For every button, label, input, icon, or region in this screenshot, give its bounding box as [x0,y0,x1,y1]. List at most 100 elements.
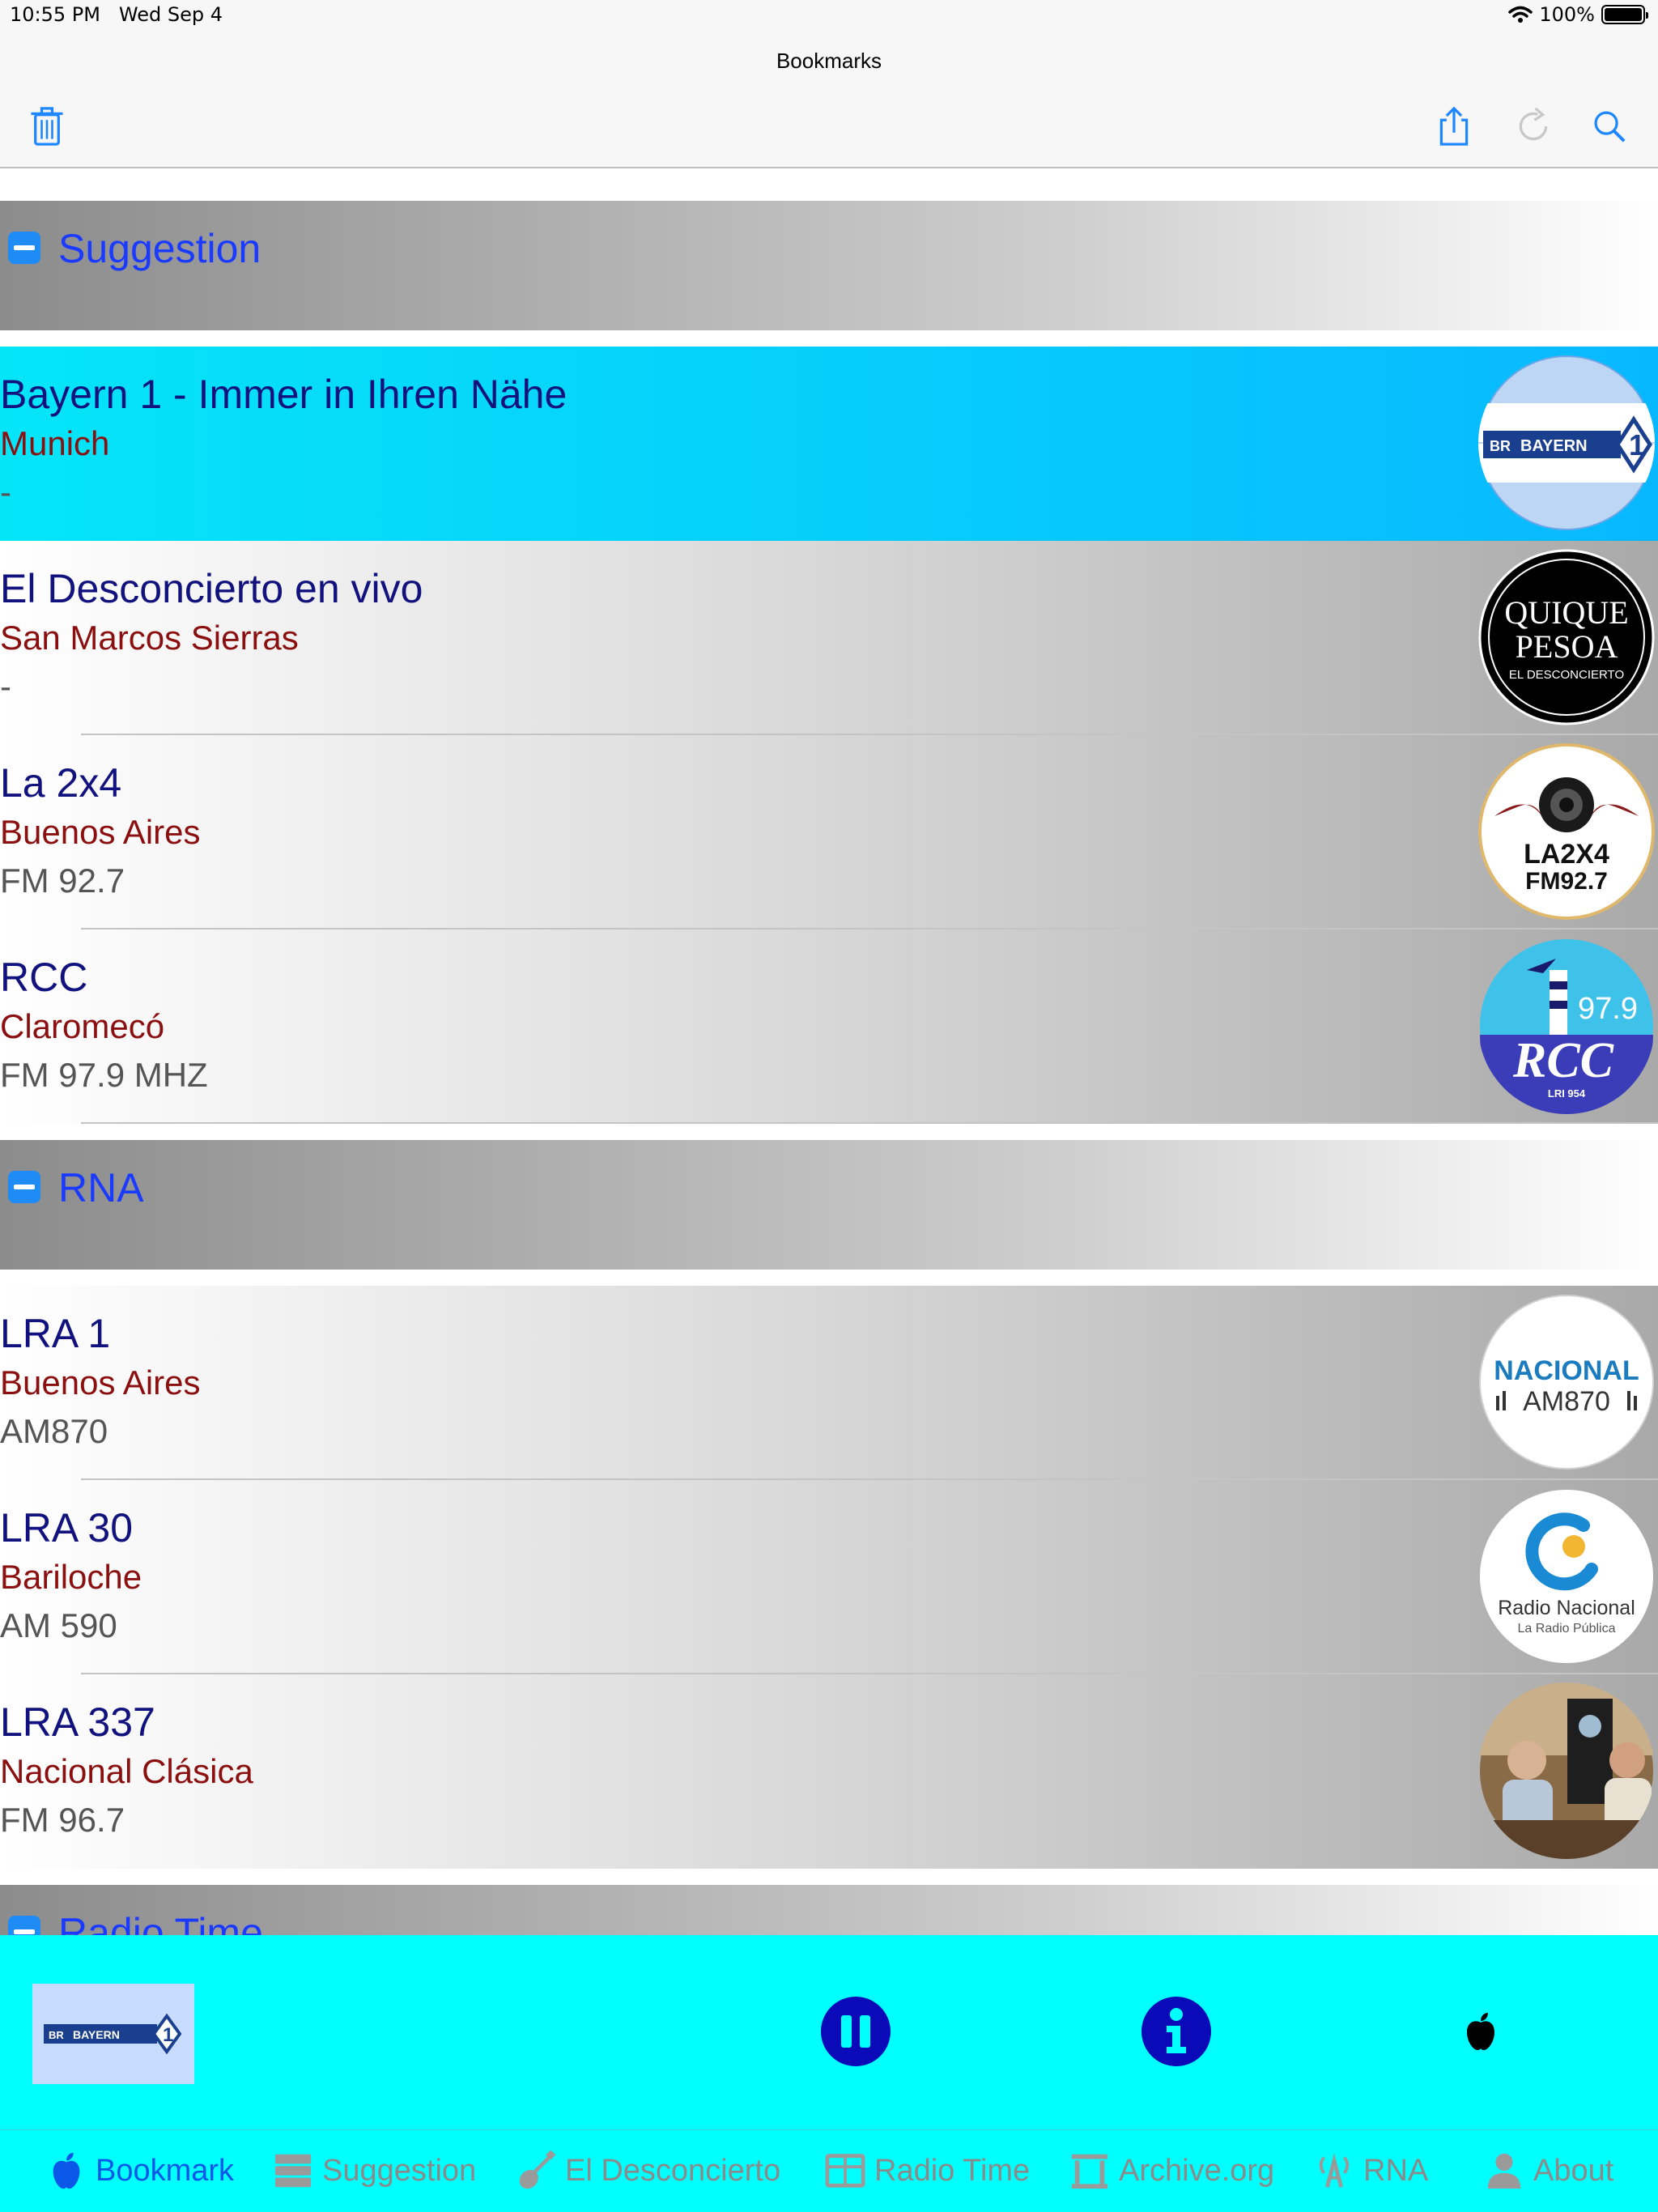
tab-label: Radio Time [874,2153,1031,2188]
status-right: 100% [1508,3,1648,26]
tab-radio-time[interactable]: Radio Time [824,2146,1030,2195]
search-button[interactable] [1584,100,1635,152]
now-playing-logo[interactable]: BR BAYERN 1 [32,1984,194,2084]
pause-button[interactable] [819,1995,892,2068]
collapse-icon[interactable] [8,1171,40,1203]
info-button[interactable] [1140,1995,1213,2068]
info-icon [1141,1997,1211,2066]
person-icon [1487,2153,1521,2189]
svg-text:RCC: RCC [1512,1033,1614,1088]
svg-text:La Radio Pública: La Radio Pública [1518,1622,1616,1636]
station-row[interactable]: LRA 337 Nacional Clásica FM 96.7 [0,1674,1658,1869]
player-bar: BR BAYERN 1 [0,1935,1658,2129]
svg-text:BR: BR [1490,438,1511,454]
tab-bar: Bookmark Suggestion El Desconcierto Radi… [0,2129,1658,2212]
apple-button[interactable] [1444,1995,1517,2068]
navigation-bar: Bookmarks [0,34,1658,168]
row-separator [81,1122,1658,1124]
station-row[interactable]: LRA 1 Buenos Aires AM870 NACIONAL AM870 [0,1286,1658,1480]
station-frequency: AM 590 [0,1606,117,1644]
svg-text:BAYERN: BAYERN [1520,437,1588,455]
nacional-clasica-photo [1478,1682,1655,1859]
station-row[interactable]: LRA 30 Bariloche AM 590 Radio Nacional L… [0,1480,1658,1674]
svg-text:Radio Nacional: Radio Nacional [1498,1597,1635,1619]
tab-suggestion[interactable]: Suggestion [272,2146,476,2195]
station-name: RCC [0,955,88,1000]
station-row[interactable]: Bayern 1 - Immer in Ihren Nähe Munich - … [0,347,1658,541]
svg-text:LRI 954: LRI 954 [1548,1087,1586,1100]
tab-label: Archive.org [1119,2153,1275,2188]
radio-nacional-logo: Radio Nacional La Radio Pública [1478,1488,1655,1665]
section-header-suggestion[interactable]: Suggestion [0,201,1658,330]
station-name: El Desconcierto en vivo [0,566,423,611]
tab-label: RNA [1363,2153,1429,2188]
section-title: Suggestion [58,226,261,271]
station-frequency: FM 97.9 MHZ [0,1056,208,1094]
station-name: LRA 1 [0,1311,111,1356]
station-row[interactable]: RCC Claromecó FM 97.9 MHZ 97.9 RCC LRI 9… [0,929,1658,1124]
tab-label: El Desconcierto [565,2153,781,2188]
nacional-am870-logo: NACIONAL AM870 [1478,1294,1655,1470]
station-city: San Marcos Sierras [0,619,299,657]
tab-archive-org[interactable]: Archive.org [1069,2146,1274,2195]
station-city: Claromecó [0,1007,165,1045]
trash-button[interactable] [21,100,73,152]
station-frequency: FM 96.7 [0,1801,125,1839]
svg-text:BR: BR [49,2029,64,2041]
station-row[interactable]: El Desconcierto en vivo San Marcos Sierr… [0,541,1658,735]
station-name: LRA 30 [0,1505,134,1551]
station-city: Munich [0,424,110,462]
refresh-button[interactable] [1507,100,1559,152]
svg-text:1: 1 [1629,428,1645,462]
station-name: LRA 337 [0,1699,155,1745]
svg-text:97.9: 97.9 [1578,992,1638,1026]
bayern1-thumbnail: BR BAYERN 1 [44,2013,182,2055]
station-name: Bayern 1 - Immer in Ihren Nähe [0,372,568,417]
battery-percent: 100% [1539,3,1595,26]
tab-bookmark[interactable]: Bookmark [45,2146,234,2195]
page-title: Bookmarks [776,49,882,73]
station-city: Bariloche [0,1558,142,1596]
grid-icon [825,2154,865,2188]
svg-text:QUIQUE: QUIQUE [1504,594,1628,631]
station-city: Buenos Aires [0,813,201,851]
svg-text:NACIONAL: NACIONAL [1494,1355,1639,1386]
collapse-icon[interactable] [8,232,40,264]
collapse-icon[interactable] [8,1916,40,1935]
station-row[interactable]: La 2x4 Buenos Aires FM 92.7 LA2X4 FM92.7 [0,735,1658,929]
section-title: Radio Time [58,1910,263,1935]
svg-text:AM870: AM870 [1523,1386,1610,1417]
bookmark-list[interactable]: Suggestion Bayern 1 - Immer in Ihren Näh… [0,170,1658,1935]
station-name: La 2x4 [0,760,122,806]
rcc-logo: 97.9 RCC LRI 954 [1478,938,1655,1114]
svg-text:LA2X4: LA2X4 [1524,839,1609,870]
guitar-icon [519,2150,556,2189]
search-icon [1594,111,1626,143]
tab-label: Suggestion [322,2153,477,2188]
section-title: RNA [58,1165,144,1210]
archive-icon [1071,2154,1108,2189]
station-frequency: FM 92.7 [0,861,125,900]
section-header-rna[interactable]: RNA [0,1140,1658,1270]
svg-text:EL DESCONCIERTO: EL DESCONCIERTO [1509,668,1624,682]
tab-about[interactable]: About [1483,2146,1613,2195]
pause-icon [821,1997,891,2066]
svg-text:PESOA: PESOA [1516,628,1618,665]
station-frequency: - [0,473,11,511]
apple-icon [53,2152,80,2189]
tab-label: Bookmark [96,2153,235,2188]
bayern1-logo: BR BAYERN 1 [1478,355,1655,531]
svg-text:FM92.7: FM92.7 [1525,868,1608,895]
share-icon [1439,106,1469,146]
section-header-radio-time[interactable]: Radio Time [0,1885,1658,1935]
station-city: Nacional Clásica [0,1752,253,1790]
station-frequency: - [0,667,11,705]
server-icon [274,2154,312,2188]
status-bar: 10:55 PM Wed Sep 4 100% [0,0,1658,34]
tab-rna[interactable]: RNA [1313,2146,1428,2195]
wifi-icon [1508,6,1533,23]
svg-text:BAYERN: BAYERN [73,2028,120,2041]
svg-text:1: 1 [163,2024,173,2046]
tab-el-desconcierto[interactable]: El Desconcierto [515,2146,780,2195]
share-button[interactable] [1428,100,1480,152]
